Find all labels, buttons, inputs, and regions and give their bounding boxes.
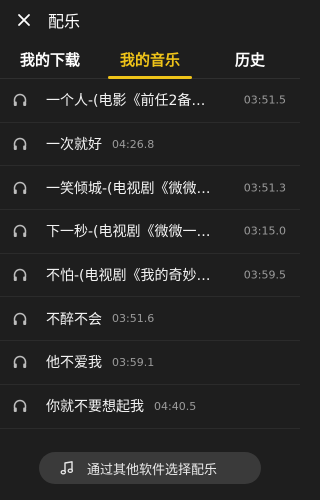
song-duration: 03:59.1 xyxy=(112,355,155,369)
song-row[interactable]: 不醉不会 03:51.6 xyxy=(0,297,300,342)
close-button[interactable] xyxy=(12,8,36,32)
headphones-icon xyxy=(13,356,27,369)
headphones-icon xyxy=(13,225,27,238)
tab-history[interactable]: 历史 xyxy=(200,40,300,78)
song-duration: 03:51.6 xyxy=(112,312,155,326)
song-duration: 04:26.8 xyxy=(112,137,155,151)
headphones-icon xyxy=(13,137,27,151)
headphones-icon xyxy=(13,268,27,282)
headphones-icon xyxy=(13,94,27,107)
headphones-icon xyxy=(13,399,27,413)
song-title: 不醉不会 xyxy=(46,311,102,328)
headphones-icon xyxy=(13,181,27,194)
song-row[interactable]: 不怕-(电视剧《我的奇妙… 03:59.5 xyxy=(0,254,300,298)
song-row[interactable]: 一次就好 04:26.8 xyxy=(0,123,300,167)
song-title: 不怕-(电视剧《我的奇妙… xyxy=(46,268,211,285)
song-duration: 03:59.5 xyxy=(243,268,286,282)
headphones-icon xyxy=(13,312,27,325)
song-row[interactable]: 一笑倾城-(电视剧《微微… 03:51.3 xyxy=(0,166,300,211)
song-title: 一笑倾城-(电视剧《微微… xyxy=(46,180,211,197)
song-list: 一个人-(电影《前任2备… 03:51.5 一次就好 04:26.8 一笑倾城-… xyxy=(0,79,300,429)
song-title: 他不爱我 xyxy=(46,355,102,372)
header: 配乐 xyxy=(0,0,300,40)
tab-my-music[interactable]: 我的音乐 xyxy=(100,40,200,79)
song-title: 一次就好 xyxy=(46,137,102,154)
song-title: 你就不要想起我 xyxy=(46,399,144,416)
tab-bar: 我的下载 我的音乐 历史 xyxy=(0,40,300,79)
song-duration: 04:40.5 xyxy=(154,399,197,413)
choose-music-other-app-button[interactable]: 通过其他软件选择配乐 xyxy=(39,452,261,484)
music-note-icon xyxy=(60,461,74,475)
song-duration: 03:51.5 xyxy=(243,93,286,107)
song-duration: 03:51.3 xyxy=(243,181,286,195)
close-icon xyxy=(18,14,30,26)
choose-music-label: 通过其他软件选择配乐 xyxy=(87,462,218,478)
song-row[interactable]: 下一秒-(电视剧《微微一… 03:15.0 xyxy=(0,210,300,254)
page-title: 配乐 xyxy=(48,12,81,31)
song-title: 一个人-(电影《前任2备… xyxy=(46,93,206,110)
song-row[interactable]: 他不爱我 03:59.1 xyxy=(0,341,300,385)
song-row[interactable]: 一个人-(电影《前任2备… 03:51.5 xyxy=(0,79,300,123)
tab-downloads[interactable]: 我的下载 xyxy=(0,40,100,78)
song-title: 下一秒-(电视剧《微微一… xyxy=(46,224,211,241)
song-row[interactable]: 你就不要想起我 04:40.5 xyxy=(0,385,300,429)
song-duration: 03:15.0 xyxy=(243,224,286,238)
